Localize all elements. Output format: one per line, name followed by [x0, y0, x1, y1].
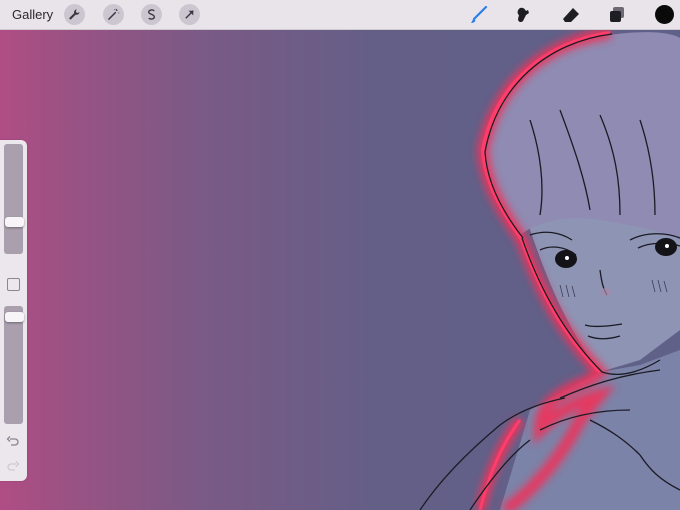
actions-button[interactable]	[64, 4, 85, 25]
layers-button[interactable]	[606, 4, 628, 26]
wrench-icon	[69, 9, 80, 20]
opacity-slider[interactable]	[4, 306, 24, 424]
transform-button[interactable]	[179, 4, 200, 25]
brush-icon	[471, 6, 488, 23]
brush-size-handle[interactable]	[5, 217, 24, 227]
transform-arrow-icon	[185, 10, 194, 19]
left-sidebar	[0, 140, 27, 481]
magic-wand-icon	[108, 8, 120, 20]
drawing-canvas[interactable]	[0, 29, 680, 510]
undo-icon[interactable]	[6, 435, 20, 449]
eraser-icon	[563, 8, 579, 22]
eraser-button[interactable]	[560, 4, 582, 26]
selection-button[interactable]	[141, 4, 162, 25]
smudge-button[interactable]	[512, 4, 534, 26]
top-toolbar: Gallery	[0, 0, 680, 30]
smudge-icon	[517, 7, 529, 23]
opacity-handle[interactable]	[5, 312, 24, 322]
layers-icon	[610, 7, 624, 22]
brush-size-slider[interactable]	[4, 144, 24, 254]
gallery-button[interactable]: Gallery	[12, 7, 53, 22]
modify-button[interactable]	[7, 278, 20, 291]
selection-icon	[148, 9, 155, 20]
artwork-illustration	[419, 29, 680, 510]
redo-icon[interactable]	[6, 460, 20, 474]
adjustments-button[interactable]	[103, 4, 124, 25]
brush-button[interactable]	[468, 4, 490, 26]
color-picker-swatch[interactable]	[655, 5, 674, 24]
